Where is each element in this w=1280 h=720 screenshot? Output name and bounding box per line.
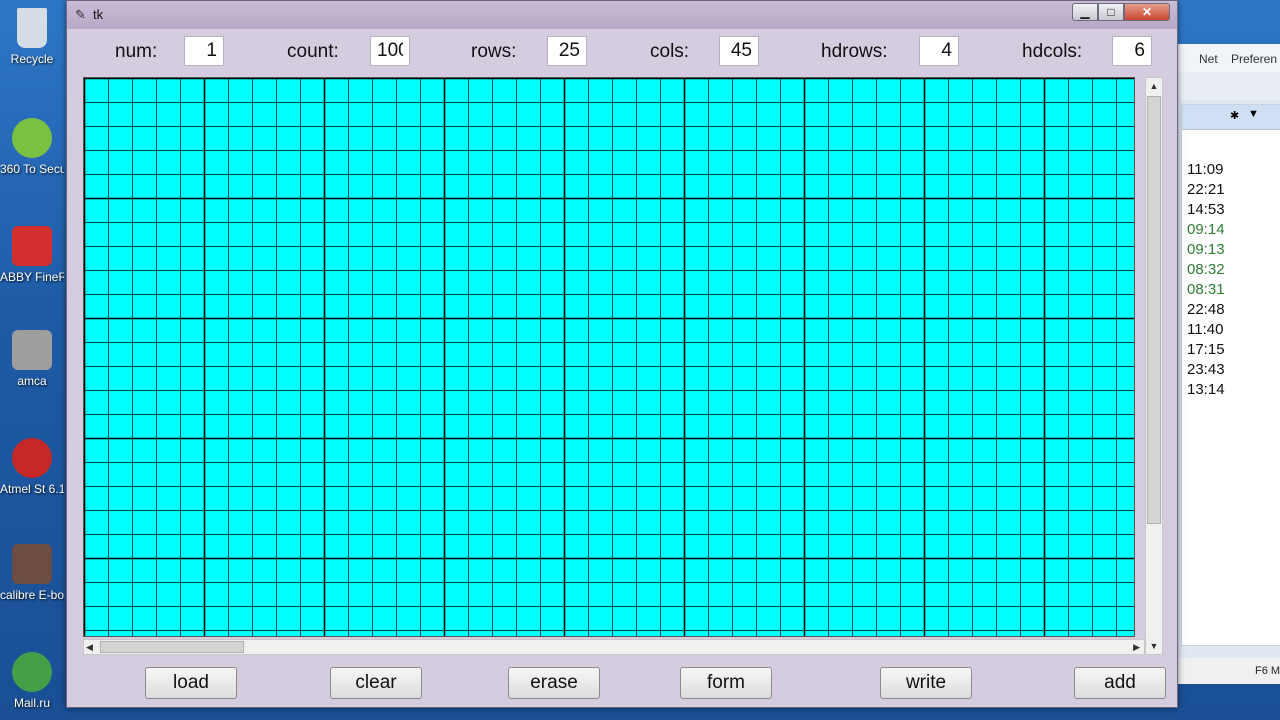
hdcols-input[interactable]: [1112, 36, 1152, 66]
panel-header: ✱ ▼: [1182, 105, 1280, 130]
scroll-down-icon[interactable]: ▼: [1146, 638, 1162, 654]
cols-label: cols:: [650, 41, 690, 62]
background-app-menubar: Net Preferen: [1171, 44, 1280, 72]
time-entry[interactable]: 22:48: [1187, 300, 1225, 320]
scroll-left-icon[interactable]: ◀: [86, 640, 93, 654]
rows-label: rows:: [471, 41, 517, 62]
time-entry[interactable]: 11:09: [1187, 160, 1225, 180]
time-entry[interactable]: 23:43: [1187, 360, 1225, 380]
desktop-icon-abbyy-finereader[interactable]: ABBY FineRea: [0, 226, 64, 284]
window-title: tk: [93, 7, 104, 22]
recycle-bin-icon: [17, 8, 47, 48]
atmel-studio-icon: [12, 438, 52, 478]
grid-canvas[interactable]: [83, 77, 1135, 637]
hdrows-label: hdrows:: [821, 41, 888, 62]
amcap-icon: [12, 330, 52, 370]
time-entry[interactable]: 08:31: [1187, 280, 1225, 300]
abbyy-finereader-icon: [12, 226, 52, 266]
time-entry[interactable]: 08:32: [1187, 260, 1225, 280]
time-entry[interactable]: 11:40: [1187, 320, 1225, 340]
cols-input[interactable]: [719, 36, 759, 66]
form-button[interactable]: form: [680, 667, 772, 699]
minimize-button[interactable]: ▁: [1072, 3, 1098, 21]
vertical-scroll-thumb[interactable]: [1147, 96, 1161, 524]
clear-button[interactable]: clear: [330, 667, 422, 699]
desktop-icon-amcap[interactable]: amca: [0, 330, 64, 388]
grid-svg[interactable]: [84, 78, 1135, 637]
count-input[interactable]: [370, 36, 410, 66]
scroll-up-icon[interactable]: ▲: [1146, 78, 1162, 94]
hdcols-label: hdcols:: [1022, 41, 1083, 62]
star-icon[interactable]: ✱: [1230, 109, 1239, 122]
time-entry[interactable]: 09:14: [1187, 220, 1225, 240]
time-entry[interactable]: 09:13: [1187, 240, 1225, 260]
vertical-scrollbar[interactable]: ▲ ▼: [1145, 77, 1163, 655]
desktop-icon-360-total-security[interactable]: 360 To Securi: [0, 118, 64, 176]
time-entry[interactable]: 13:14: [1187, 380, 1225, 400]
feather-icon: ✎: [75, 7, 86, 22]
mail-ru-agent-icon: [12, 652, 52, 692]
menu-net[interactable]: Net: [1199, 52, 1218, 66]
background-app-statusbar: F6 M: [1171, 658, 1280, 684]
horizontal-scrollbar[interactable]: ◀ ▶: [83, 639, 1145, 655]
num-input[interactable]: [184, 36, 224, 66]
time-entry[interactable]: 22:21: [1187, 180, 1225, 200]
time-entry[interactable]: 14:53: [1187, 200, 1225, 220]
horizontal-scroll-thumb[interactable]: [100, 641, 244, 653]
desktop-icon-atmel-studio[interactable]: Atmel St 6.1: [0, 438, 64, 496]
close-button[interactable]: ✕: [1124, 3, 1170, 21]
num-label: num:: [115, 41, 158, 62]
rows-input[interactable]: [547, 36, 587, 66]
dropdown-arrow-icon[interactable]: ▼: [1248, 108, 1259, 120]
background-app-window: Net Preferen ✱ ▼ 11:09 22:21 14:53 09:14 09:…: [1170, 44, 1280, 684]
time-list: 11:09 22:21 14:53 09:14 09:13 08:32 08:31 22:48…: [1187, 160, 1225, 400]
write-button[interactable]: write: [880, 667, 972, 699]
title-bar[interactable]: ✎ tk ▁ □ ✕: [67, 1, 1177, 29]
background-app-toolbar: [1171, 72, 1280, 100]
360-security-icon: [12, 118, 52, 158]
hdrows-input[interactable]: [919, 36, 959, 66]
count-label: count:: [287, 41, 339, 62]
calibre-icon: [12, 544, 52, 584]
maximize-button[interactable]: □: [1098, 3, 1124, 21]
desktop-icon-recycle-bin[interactable]: Recycle: [0, 8, 64, 66]
load-button[interactable]: load: [145, 667, 237, 699]
desktop-icon-calibre[interactable]: calibre E-book r: [0, 544, 64, 602]
menu-preferences[interactable]: Preferen: [1231, 52, 1277, 66]
erase-button[interactable]: erase: [508, 667, 600, 699]
scroll-right-icon[interactable]: ▶: [1133, 640, 1140, 654]
time-entry[interactable]: 17:15: [1187, 340, 1225, 360]
desktop-icon-mail-ru-agent[interactable]: Mail.ru: [0, 652, 64, 710]
add-button[interactable]: add: [1074, 667, 1166, 699]
tk-window: ✎ tk ▁ □ ✕ num: count: rows: cols: hdrow…: [66, 0, 1178, 708]
